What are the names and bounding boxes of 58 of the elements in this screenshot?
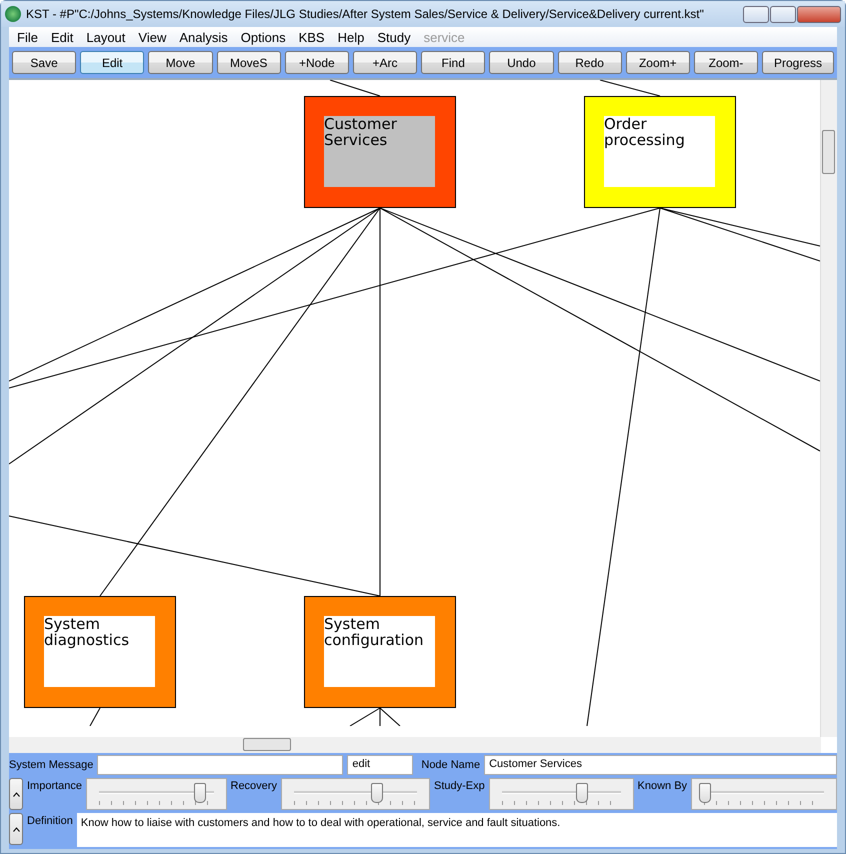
slider-label: Importance — [27, 779, 82, 792]
slider-label: Study-Exp — [434, 779, 485, 792]
mode-field[interactable]: edit — [347, 755, 414, 775]
toolbar-button[interactable]: Edit — [80, 51, 144, 74]
toolbar-button[interactable]: Zoom- — [694, 51, 758, 74]
node-name-field[interactable]: Customer Services — [484, 755, 837, 775]
minimize-button[interactable] — [743, 6, 769, 22]
toolbar-button[interactable]: Redo — [558, 51, 622, 74]
caret-icon — [12, 826, 20, 832]
slider-thumb[interactable] — [699, 783, 712, 803]
slider-track[interactable] — [280, 778, 430, 810]
toolbar-button[interactable]: +Node — [284, 51, 349, 74]
menu-item[interactable]: Options — [234, 30, 293, 44]
vertical-scrollbar[interactable] — [820, 80, 837, 737]
toolbar-button[interactable]: Find — [421, 51, 486, 74]
toolbar-button[interactable]: +Arc — [352, 51, 418, 74]
close-button[interactable] — [797, 6, 841, 22]
concept-node[interactable]: Order processing — [584, 96, 736, 208]
slider-track[interactable] — [691, 778, 837, 810]
slider-label: Known By — [638, 779, 688, 792]
toolbar-button[interactable]: MoveS — [216, 51, 281, 74]
concept-node[interactable]: Customer Services — [304, 96, 456, 208]
field-label: Node Name — [421, 759, 480, 771]
toolbar-button[interactable]: Zoom+ — [626, 51, 690, 74]
menu-item[interactable]: View — [132, 30, 174, 44]
toolbar-button[interactable]: Undo — [489, 51, 554, 74]
toolbar-button[interactable]: Save — [12, 51, 76, 74]
maximize-button[interactable] — [770, 6, 796, 22]
menu-item[interactable]: File — [11, 30, 45, 44]
connector-line — [90, 708, 100, 726]
slider-thumb[interactable] — [194, 783, 206, 803]
field-label: System Message — [9, 759, 94, 771]
caret-icon — [12, 792, 20, 796]
slider-track[interactable] — [488, 778, 634, 810]
slider-label: Recovery — [230, 779, 277, 792]
toolbar-button[interactable]: Progress — [762, 51, 834, 74]
concept-node[interactable]: System diagnostics — [24, 596, 176, 708]
definition-field[interactable]: Know how to liaise with customers and how to to deal with operational, service and fault situations. — [76, 813, 837, 847]
slider-track[interactable] — [86, 778, 226, 810]
slider-thumb[interactable] — [576, 783, 588, 803]
menu-item[interactable]: Study — [371, 30, 418, 44]
app-icon — [5, 6, 21, 22]
menu-item[interactable]: KBS — [292, 30, 332, 44]
expand-button[interactable] — [9, 778, 23, 810]
concept-node[interactable]: System configuration — [304, 596, 456, 708]
window-title: KST - #P"C:/Johns_Systems/Knowledge Files/JLG Studies/After System Sales/Service & Delivery/Service&Delivery current.kst" — [26, 7, 705, 21]
expand-button[interactable] — [9, 813, 23, 845]
menu-item[interactable]: Layout — [80, 30, 132, 44]
connector-line — [600, 80, 660, 96]
field-label: Definition — [27, 814, 73, 827]
horizontal-scrollbar[interactable] — [9, 737, 821, 753]
menu-item[interactable]: Edit — [44, 30, 80, 44]
connector-line — [330, 80, 380, 96]
menu-item[interactable]: Analysis — [173, 30, 235, 44]
system-message-field[interactable] — [97, 755, 344, 775]
menu-item[interactable]: Help — [332, 30, 372, 44]
toolbar-button[interactable]: Move — [148, 51, 213, 74]
slider-thumb[interactable] — [371, 783, 384, 803]
